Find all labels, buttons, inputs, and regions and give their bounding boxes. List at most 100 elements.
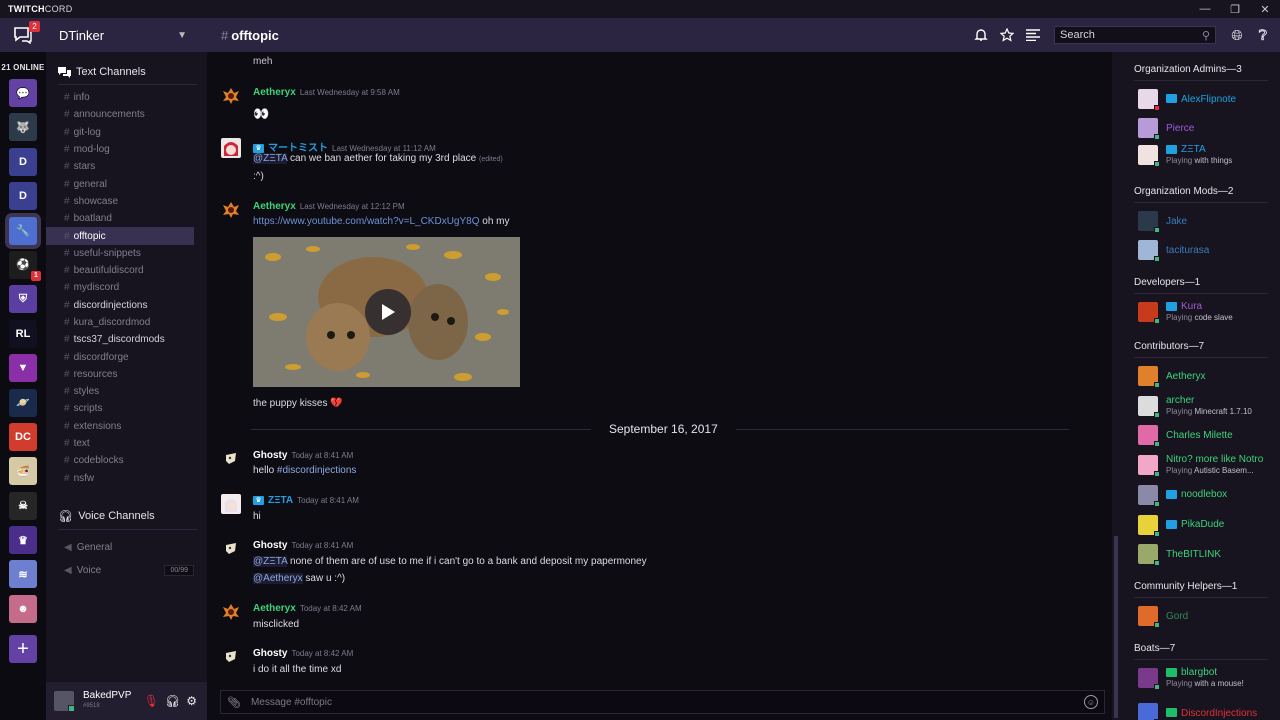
server-icon[interactable]: ☻ bbox=[9, 594, 37, 623]
chat-area[interactable]: meh Aetheryx Last Wednesday at 9:58 AM 👀 ♛ マ… bbox=[207, 52, 1112, 720]
voice-channel-general[interactable]: ◀︎ General bbox=[46, 536, 194, 559]
star-icon[interactable] bbox=[996, 24, 1018, 46]
member-item[interactable]: archer Playing Minecraft 1.7.10 bbox=[1138, 395, 1252, 418]
headphones-toggle-icon[interactable]: 🎧︎ bbox=[165, 694, 180, 708]
author-avatar[interactable] bbox=[221, 494, 241, 514]
server-icon[interactable]: ☠ bbox=[9, 491, 37, 520]
author-avatar[interactable] bbox=[221, 200, 241, 220]
channel-offtopic[interactable]: # offtopic bbox=[46, 227, 194, 245]
text-channels-header[interactable]: Text Channels bbox=[58, 66, 197, 85]
server-icon[interactable]: D bbox=[9, 182, 37, 211]
server-icon[interactable]: 🪐 bbox=[9, 388, 37, 417]
server-icon[interactable]: 🍜 bbox=[9, 457, 37, 486]
voice-channels-header[interactable]: 🎧︎ Voice Channels bbox=[58, 509, 197, 530]
channel-kura_discordmod[interactable]: # kura_discordmod bbox=[46, 314, 194, 331]
member-item[interactable]: Aetheryx bbox=[1138, 365, 1205, 388]
channel-git-log[interactable]: # git-log bbox=[46, 124, 194, 141]
member-item[interactable]: DiscordInjections bbox=[1138, 702, 1257, 720]
member-item[interactable]: taciturasa bbox=[1138, 239, 1209, 262]
member-item[interactable]: blargbot Playing with a mouse! bbox=[1138, 667, 1244, 690]
channel-useful-snippets[interactable]: # useful-snippets bbox=[46, 245, 194, 262]
message-input[interactable]: 📎︎ Message #offtopic ☺ bbox=[220, 690, 1105, 714]
restore-button[interactable]: ❐ bbox=[1220, 0, 1250, 18]
member-item[interactable]: Gord bbox=[1138, 605, 1188, 628]
play-button[interactable] bbox=[365, 289, 411, 335]
attach-icon[interactable]: 📎︎ bbox=[227, 696, 241, 709]
settings-gear-icon[interactable]: ⚙︎ bbox=[186, 694, 197, 708]
channel-general[interactable]: # general bbox=[46, 175, 194, 192]
voice-channel-voice[interactable]: ◀︎ Voice 00/99 bbox=[46, 559, 194, 582]
member-list-icon[interactable] bbox=[1022, 24, 1044, 46]
search-input[interactable]: Search ⚲ bbox=[1054, 26, 1216, 44]
member-item[interactable]: PikaDude bbox=[1138, 514, 1224, 537]
help-icon[interactable]: ❔︎ bbox=[1252, 24, 1274, 46]
server-icon[interactable]: ≋ bbox=[9, 560, 37, 589]
member-item[interactable]: noodlebox bbox=[1138, 484, 1227, 507]
bell-icon[interactable] bbox=[970, 24, 992, 46]
author-name[interactable]: Ghosty bbox=[253, 648, 287, 659]
channel-tscs37_discordmods[interactable]: # tscs37_discordmods bbox=[46, 331, 194, 348]
server-icon[interactable]: 🔧 bbox=[9, 216, 37, 245]
channel-showcase[interactable]: # showcase bbox=[46, 193, 194, 210]
server-icon[interactable]: ♛ bbox=[9, 526, 37, 555]
chat-scrollbar[interactable] bbox=[1112, 52, 1120, 720]
member-item[interactable]: TheBITLINK bbox=[1138, 543, 1221, 567]
server-icon[interactable]: DC bbox=[9, 422, 37, 451]
member-item[interactable]: Nitro? more like Notro Playing Autistic B… bbox=[1138, 454, 1263, 478]
channel-scripts[interactable]: # scripts bbox=[46, 400, 194, 417]
minimize-button[interactable]: — bbox=[1190, 0, 1220, 18]
server-icon[interactable]: ⚽ 1 bbox=[9, 250, 41, 281]
channel-info[interactable]: # info bbox=[46, 89, 194, 106]
server-icon[interactable]: D bbox=[9, 147, 37, 176]
user-mention[interactable]: @ZΞTA bbox=[253, 556, 288, 567]
member-item[interactable]: AlexFlipnote bbox=[1138, 88, 1236, 111]
video-embed[interactable] bbox=[253, 237, 520, 387]
author-name[interactable]: Aetheryx bbox=[253, 603, 296, 614]
channel-mod-log[interactable]: # mod-log bbox=[46, 141, 194, 158]
server-icon[interactable]: 🐺 bbox=[9, 113, 37, 142]
member-item[interactable]: Jake bbox=[1138, 210, 1187, 233]
member-item[interactable]: Kura Playing code slave bbox=[1138, 301, 1233, 324]
author-avatar[interactable] bbox=[221, 647, 241, 667]
server-icon[interactable]: ▼ bbox=[9, 354, 37, 383]
author-name[interactable]: Aetheryx bbox=[253, 87, 296, 98]
member-item[interactable]: ZΞTA Playing with things bbox=[1138, 144, 1232, 167]
server-name-dropdown[interactable]: DTinker ▼ bbox=[46, 18, 207, 52]
author-name[interactable]: Aetheryx bbox=[253, 201, 296, 212]
channel-stars[interactable]: # stars bbox=[46, 158, 194, 175]
channel-beautifuldiscord[interactable]: # beautifuldiscord bbox=[46, 262, 194, 279]
author-name[interactable]: Ghosty bbox=[253, 540, 287, 551]
emoji-icon[interactable]: ☺ bbox=[1084, 695, 1098, 709]
user-mention[interactable]: @ZΞTA bbox=[253, 153, 288, 164]
server-icon[interactable]: 💬 bbox=[9, 79, 37, 107]
channel-boatland[interactable]: # boatland bbox=[46, 210, 194, 227]
user-avatar[interactable] bbox=[54, 691, 75, 712]
channel-mydiscord[interactable]: # mydiscord bbox=[46, 279, 194, 296]
add-server-button[interactable]: + bbox=[9, 635, 37, 664]
author-avatar[interactable] bbox=[221, 449, 241, 469]
member-item[interactable]: Pierce bbox=[1138, 117, 1194, 140]
channel-nsfw[interactable]: # nsfw bbox=[46, 470, 194, 487]
author-name[interactable]: Ghosty bbox=[253, 450, 287, 461]
author-avatar[interactable] bbox=[221, 602, 241, 622]
close-button[interactable]: ✕ bbox=[1250, 0, 1280, 18]
globe-icon[interactable]: 🌐︎ bbox=[1226, 24, 1248, 46]
author-avatar[interactable] bbox=[221, 86, 241, 106]
channel-mention[interactable]: #discordinjections bbox=[277, 465, 357, 476]
channel-discordforge[interactable]: # discordforge bbox=[46, 348, 194, 365]
user-mention[interactable]: @Aetheryx bbox=[253, 573, 303, 584]
server-icon[interactable]: RL bbox=[9, 319, 37, 348]
channel-text[interactable]: # text bbox=[46, 435, 194, 452]
author-name[interactable]: ZΞTA bbox=[268, 495, 293, 506]
channel-styles[interactable]: # styles bbox=[46, 383, 194, 400]
author-avatar[interactable] bbox=[221, 539, 241, 559]
channel-announcements[interactable]: # announcements bbox=[46, 106, 194, 123]
direct-messages-button[interactable]: 2 bbox=[0, 18, 46, 52]
channel-extensions[interactable]: # extensions bbox=[46, 418, 194, 435]
channel-resources[interactable]: # resources bbox=[46, 366, 194, 383]
server-icon[interactable]: ⛨ bbox=[9, 285, 37, 314]
youtube-link[interactable]: https://www.youtube.com/watch?v=L_CKDxUg… bbox=[253, 216, 480, 227]
member-item[interactable]: Charles Milette bbox=[1138, 424, 1233, 448]
author-avatar[interactable] bbox=[221, 138, 241, 158]
microphone-muted-icon[interactable]: 🎙︎ bbox=[144, 694, 159, 708]
